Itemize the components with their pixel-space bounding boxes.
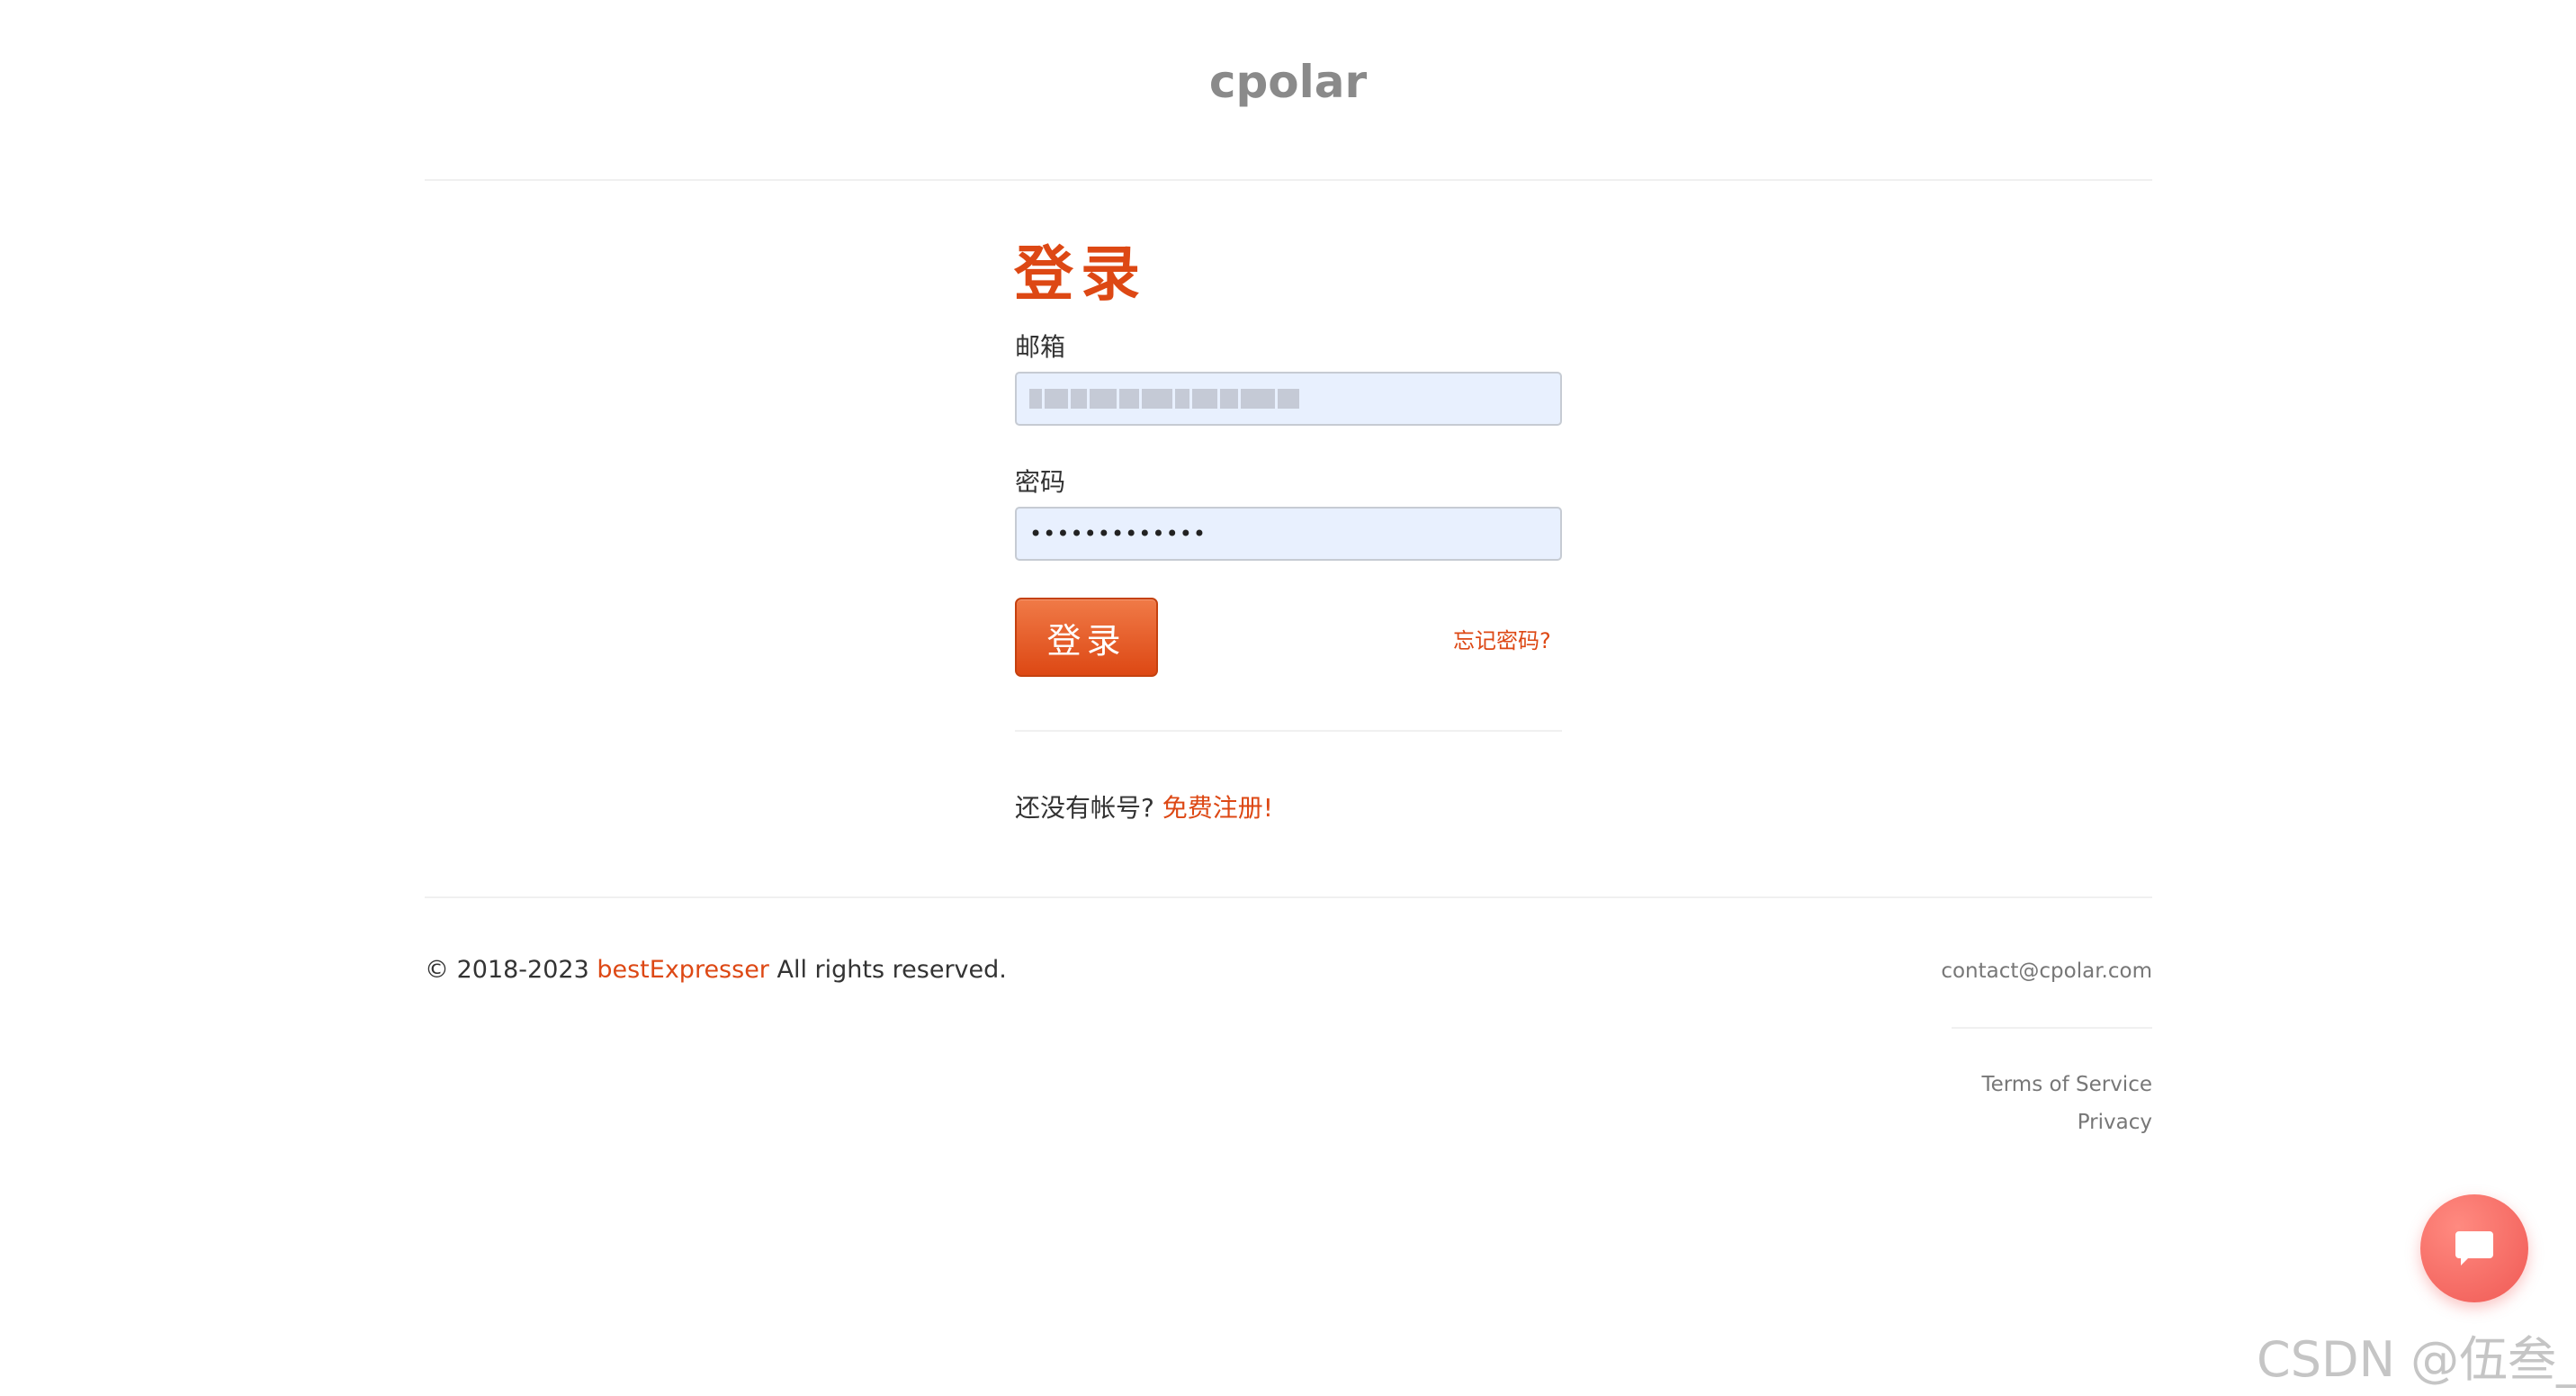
copyright-prefix: © 2018-2023 — [425, 956, 589, 984]
copyright: © 2018-2023 bestExpresser All rights res… — [425, 956, 1007, 984]
form-divider — [1015, 730, 1562, 732]
terms-row: Terms of Service — [1981, 1073, 2152, 1096]
header-divider — [425, 179, 2152, 181]
signup-prompt: 还没有帐号? — [1015, 793, 1154, 823]
password-field[interactable]: ••••••••••••• — [1015, 507, 1562, 561]
password-label: 密码 — [1015, 467, 1066, 497]
footer-divider — [425, 896, 2152, 898]
forgot-password-link[interactable]: 忘记密码? — [1453, 623, 1551, 654]
footer-side-divider — [1952, 1027, 2152, 1029]
login-button[interactable]: 登录 — [1015, 598, 1158, 677]
brand-logo[interactable]: cpolar — [0, 56, 2576, 108]
login-title: 登录 — [1014, 239, 1147, 309]
signup-row: 还没有帐号? 免费注册! — [1015, 788, 1273, 824]
login-page: cpolar 登录 邮箱 密码 ••••••••••••• 登录 忘记密码? 还… — [0, 0, 2576, 1396]
contact-email-link[interactable]: contact@cpolar.com — [1941, 959, 2152, 983]
privacy-link[interactable]: Privacy — [2078, 1111, 2152, 1134]
redacted-email-value — [1029, 387, 1299, 410]
email-label: 邮箱 — [1015, 332, 1066, 362]
contact-email: contact@cpolar.com — [1941, 959, 2152, 983]
privacy-row: Privacy — [2078, 1111, 2152, 1134]
company-link[interactable]: bestExpresser — [597, 956, 769, 984]
signup-link[interactable]: 免费注册! — [1162, 793, 1273, 823]
email-field[interactable] — [1015, 372, 1562, 426]
chat-button[interactable] — [2420, 1194, 2528, 1302]
copyright-suffix: All rights reserved. — [776, 956, 1007, 984]
chat-icon — [2455, 1231, 2493, 1265]
watermark: CSDN @伍叁_ — [2257, 1331, 2576, 1388]
terms-link[interactable]: Terms of Service — [1981, 1073, 2152, 1096]
